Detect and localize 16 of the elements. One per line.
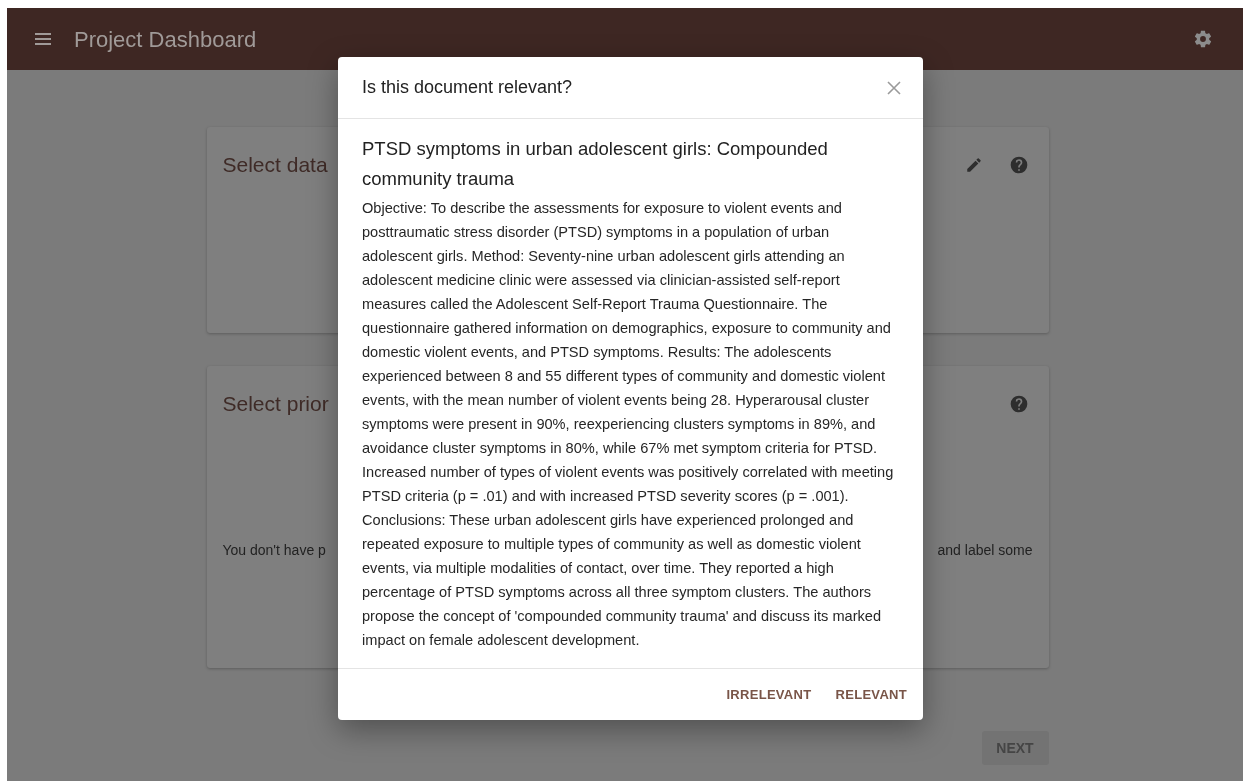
card-heading: Select prior (222, 391, 329, 417)
menu-icon[interactable] (35, 33, 51, 45)
card-heading: Select data (222, 152, 328, 178)
help-icon[interactable] (1008, 154, 1029, 175)
action-button[interactable]: RELEVANT (827, 676, 915, 713)
abstract-paragraph: Objective: To describe the assessments for exposure to violent events and posttraumatic stress disorder (PTSD) symptoms in a population of urban adolescent girls. Method: Seventy-nine urban adolescent girls attending an adolescent medicine clinic were assessed via clinician-assisted self-report measures called the Adolescent Self-Report Trauma Questionnaire. The questionnaire gathered information on demographics, exposure to community and domestic violent events, and PTSD symptoms. Results: The adolescents experienced between 8 and 55 different types of community and domestic violent events, with the mean number of violent events being 28. Hyperarousal cluster symptoms were present in 90%, reexperiencing clusters symptoms in 89%, and avoidance cluster symptoms in 80%, while 67% met symptom criteria for PTSD. Increased number of types of violent events was positively correlated with meeting PTSD criteria (p = .01) and with increased PTSD severity scores (p = .001). Conclusions: These urban adolescent girls have experienced prolonged and repeated exposure to multiple types of community as well as domestic violent events, via multiple modalities of contact, over time. They reported a high percentage of PTSD symptoms across all three symptom clusters. The authors propose the concept of 'compounded community trauma' and discuss its marked impact on female adolescent development. (362, 199, 895, 650)
settings-icon[interactable] (1193, 29, 1213, 49)
action-button[interactable]: IRRELEVANT (718, 676, 820, 713)
card-text: You don't have p (222, 540, 326, 560)
card-text: and label some (937, 540, 1033, 560)
pencil-icon[interactable] (964, 155, 983, 174)
document-title: PTSD symptoms in urban adolescent girls: Compounded community trauma (362, 137, 829, 191)
app-title: Project Dashboard (74, 25, 257, 54)
help-icon[interactable] (1008, 393, 1029, 414)
close-icon[interactable] (887, 80, 901, 95)
dialog-title: Is this document relevant? (362, 76, 573, 99)
